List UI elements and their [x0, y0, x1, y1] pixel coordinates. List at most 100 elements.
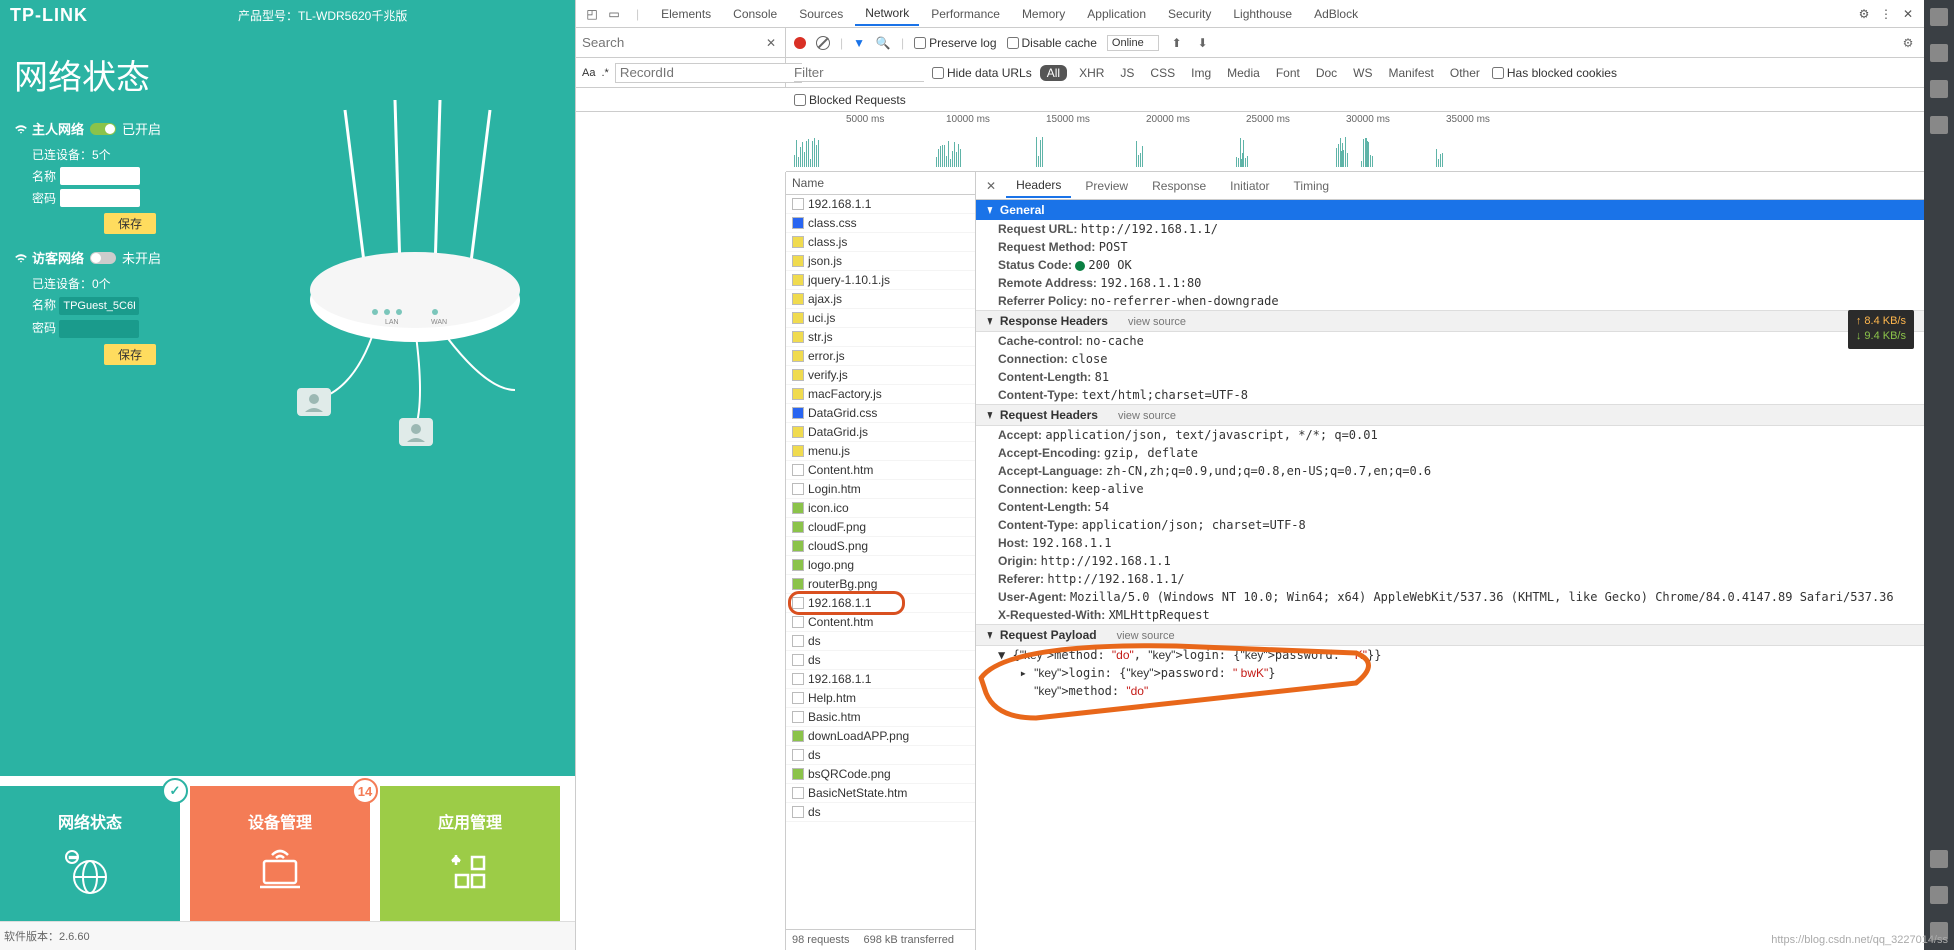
request-row[interactable]: ajax.js [786, 290, 975, 309]
blocked-requests-checkbox[interactable]: Blocked Requests [794, 93, 1924, 107]
search-input[interactable] [582, 33, 763, 53]
host-pwd-input[interactable] [60, 189, 140, 207]
host-save-button[interactable]: 保存 [104, 213, 156, 234]
rail-icon[interactable] [1930, 116, 1948, 134]
tile-network-status[interactable]: ✓ 网络状态 ⋯ [0, 786, 180, 921]
request-row[interactable]: class.css [786, 214, 975, 233]
filter-manifest[interactable]: Manifest [1385, 65, 1438, 81]
filter-xhr[interactable]: XHR [1075, 65, 1108, 81]
tab-timing[interactable]: Timing [1284, 175, 1340, 197]
close-icon[interactable]: ✕ [1898, 6, 1918, 22]
request-row[interactable]: 192.168.1.1 [786, 195, 975, 214]
tab-headers[interactable]: Headers [1006, 174, 1071, 198]
request-row[interactable]: json.js [786, 252, 975, 271]
rail-icon[interactable] [1930, 80, 1948, 98]
gear-icon[interactable]: ⚙ [1854, 6, 1874, 22]
filter-font[interactable]: Font [1272, 65, 1304, 81]
request-row[interactable]: jquery-1.10.1.js [786, 271, 975, 290]
request-row[interactable]: str.js [786, 328, 975, 347]
request-row[interactable]: DataGrid.js [786, 423, 975, 442]
request-row[interactable]: uci.js [786, 309, 975, 328]
rail-icon[interactable] [1930, 850, 1948, 868]
tab-initiator[interactable]: Initiator [1220, 175, 1279, 197]
filter-css[interactable]: CSS [1146, 65, 1179, 81]
section-header[interactable]: ▼Response Headersview source [976, 310, 1924, 332]
throttle-select[interactable]: Online [1107, 35, 1159, 51]
request-row[interactable]: menu.js [786, 442, 975, 461]
rail-icon[interactable] [1930, 8, 1948, 26]
case-icon[interactable]: Aa [582, 67, 595, 79]
host-network-toggle[interactable] [90, 123, 116, 135]
request-row[interactable]: Content.htm [786, 613, 975, 632]
filter-ws[interactable]: WS [1349, 65, 1376, 81]
request-row[interactable]: ds [786, 632, 975, 651]
inspect-icon[interactable]: ◰ [582, 6, 602, 22]
guest-network-toggle[interactable] [90, 252, 116, 264]
search-icon[interactable]: 🔍 [875, 35, 891, 51]
tab-response[interactable]: Response [1142, 175, 1216, 197]
request-row[interactable]: downLoadAPP.png [786, 727, 975, 746]
guest-pwd-input[interactable] [59, 320, 139, 338]
more-icon[interactable]: ⋮ [1876, 6, 1896, 22]
request-row[interactable]: cloudF.png [786, 518, 975, 537]
request-row[interactable]: macFactory.js [786, 385, 975, 404]
tile-app-mgmt[interactable]: 应用管理 [380, 786, 560, 921]
tab-security[interactable]: Security [1158, 3, 1221, 25]
request-row[interactable]: logo.png [786, 556, 975, 575]
upload-icon[interactable]: ⬆ [1169, 35, 1185, 51]
rail-icon[interactable] [1930, 886, 1948, 904]
download-icon[interactable]: ⬇ [1195, 35, 1211, 51]
request-row[interactable]: ds [786, 651, 975, 670]
tab-application[interactable]: Application [1077, 3, 1156, 25]
tab-elements[interactable]: Elements [651, 3, 721, 25]
request-row[interactable]: DataGrid.css [786, 404, 975, 423]
clear-button[interactable] [816, 36, 830, 50]
filter-all[interactable]: All [1040, 65, 1067, 81]
filter-js[interactable]: JS [1116, 65, 1138, 81]
request-row[interactable]: routerBg.png [786, 575, 975, 594]
record-button[interactable] [794, 37, 806, 49]
tab-memory[interactable]: Memory [1012, 3, 1075, 25]
request-row[interactable]: 192.168.1.1 [786, 670, 975, 689]
rail-icon[interactable] [1930, 44, 1948, 62]
request-row[interactable]: Login.htm [786, 480, 975, 499]
tile-device-mgmt[interactable]: 14 设备管理 [190, 786, 370, 921]
filter-img[interactable]: Img [1187, 65, 1215, 81]
section-header[interactable]: ▼Request Headersview source [976, 404, 1924, 426]
request-row[interactable]: bsQRCode.png [786, 765, 975, 784]
tab-preview[interactable]: Preview [1075, 175, 1138, 197]
tab-network[interactable]: Network [855, 2, 919, 26]
request-row[interactable]: Help.htm [786, 689, 975, 708]
request-row[interactable]: BasicNetState.htm [786, 784, 975, 803]
close-detail-icon[interactable]: ✕ [980, 179, 1002, 193]
request-row[interactable]: icon.ico [786, 499, 975, 518]
gear-icon[interactable]: ⚙ [1900, 35, 1916, 51]
guest-name-input[interactable] [59, 297, 139, 315]
request-row[interactable]: verify.js [786, 366, 975, 385]
name-column-header[interactable]: Name [786, 172, 975, 195]
filter-other[interactable]: Other [1446, 65, 1484, 81]
preserve-log-checkbox[interactable]: Preserve log [914, 36, 996, 50]
section-header[interactable]: ▼Request Payloadview source [976, 624, 1924, 646]
hide-data-urls-checkbox[interactable]: Hide data URLs [932, 66, 1032, 80]
section-header[interactable]: ▼General [976, 200, 1924, 220]
filter-icon[interactable]: ▼ [853, 36, 865, 50]
request-row[interactable]: ds [786, 803, 975, 822]
filter-media[interactable]: Media [1223, 65, 1264, 81]
network-timeline[interactable]: 5000 ms 10000 ms 15000 ms 20000 ms 25000… [786, 112, 1924, 172]
tab-sources[interactable]: Sources [789, 3, 853, 25]
request-row[interactable]: 192.168.1.1 [786, 594, 975, 613]
tab-lighthouse[interactable]: Lighthouse [1223, 3, 1302, 25]
blocked-cookies-checkbox[interactable]: Has blocked cookies [1492, 66, 1617, 80]
request-row[interactable]: cloudS.png [786, 537, 975, 556]
host-name-input[interactable] [60, 167, 140, 185]
request-row[interactable]: ds [786, 746, 975, 765]
regex-icon[interactable]: .* [601, 67, 608, 79]
request-row[interactable]: Basic.htm [786, 708, 975, 727]
filter-input[interactable] [794, 64, 924, 82]
filter-doc[interactable]: Doc [1312, 65, 1341, 81]
tab-console[interactable]: Console [723, 3, 787, 25]
clear-search-icon[interactable]: ✕ [763, 35, 779, 51]
request-row[interactable]: Content.htm [786, 461, 975, 480]
request-row[interactable]: class.js [786, 233, 975, 252]
